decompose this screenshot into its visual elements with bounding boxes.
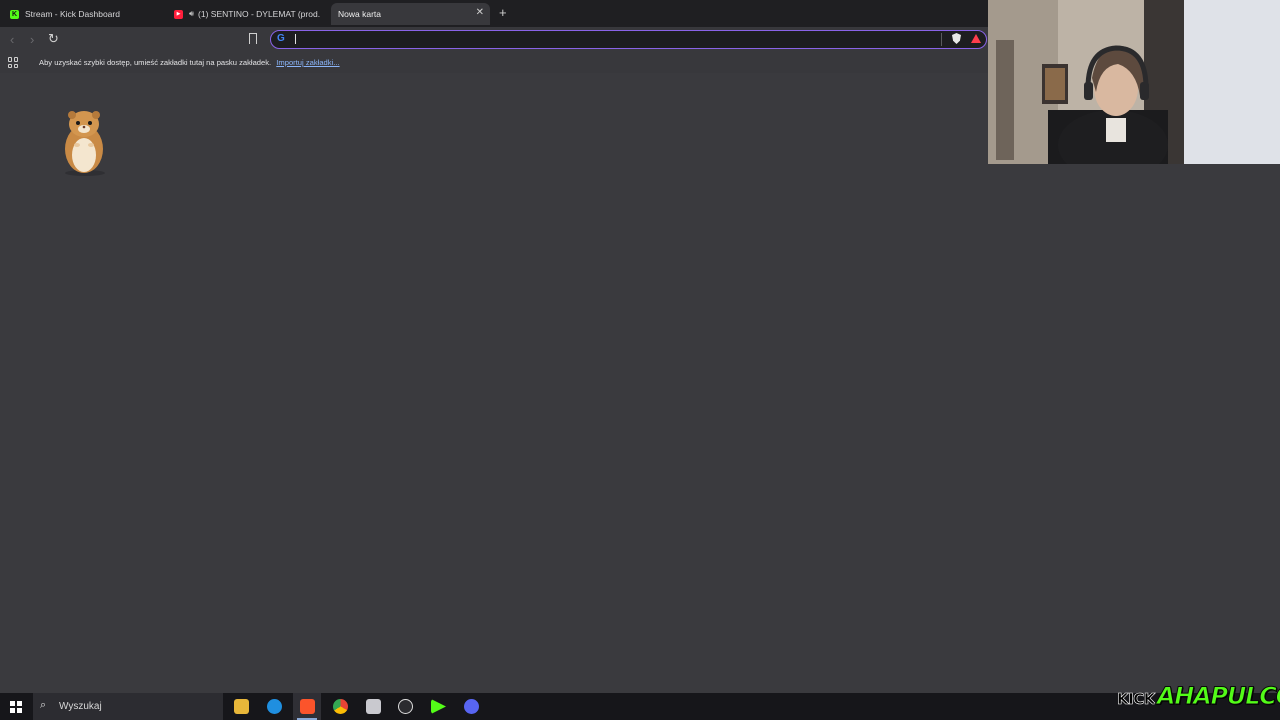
kick-watermark-right: AHAPULCO bbox=[1156, 682, 1280, 710]
kick-icon: K bbox=[10, 9, 19, 19]
webcam-overlay bbox=[988, 0, 1280, 164]
tab-youtube[interactable]: ▶ 🔊︎ (1) SENTINO - DYLEMAT (prod. M bbox=[174, 3, 320, 25]
tab-title: Nowa karta bbox=[338, 9, 381, 19]
app-icon[interactable] bbox=[366, 699, 381, 714]
windows-taskbar: ⌕ Wyszukaj bbox=[0, 693, 1280, 720]
close-tab-icon[interactable]: ✕ bbox=[476, 7, 484, 18]
discord-icon[interactable] bbox=[464, 699, 479, 714]
address-bar[interactable]: G bbox=[270, 30, 987, 49]
bookmarks-hint: Aby uzyskać szybki dostęp, umieść zakład… bbox=[39, 58, 340, 67]
google-icon: G bbox=[277, 33, 285, 44]
windows-start-icon[interactable] bbox=[10, 701, 22, 713]
bookmarks-bar: Aby uzyskać szybki dostęp, umieść zakład… bbox=[0, 53, 990, 73]
tab-title: Stream - Kick Dashboard bbox=[25, 9, 120, 19]
chrome-icon[interactable] bbox=[333, 699, 348, 714]
new-tab-button[interactable]: + bbox=[499, 5, 507, 20]
tab-kick-dashboard[interactable]: K Stream - Kick Dashboard bbox=[10, 3, 170, 25]
taskbar-search[interactable]: ⌕ Wyszukaj bbox=[33, 693, 223, 720]
hamster-image bbox=[65, 111, 105, 176]
screen: K Stream - Kick Dashboard ▶ 🔊︎ (1) SENTI… bbox=[0, 0, 1280, 720]
text-cursor bbox=[295, 34, 296, 44]
divider bbox=[941, 33, 942, 46]
back-button[interactable]: ‹ bbox=[10, 32, 14, 47]
kick-watermark-left: KICK bbox=[1117, 690, 1156, 709]
bookmark-icon[interactable] bbox=[249, 33, 257, 47]
forward-button[interactable]: › bbox=[30, 32, 34, 47]
obs-icon[interactable] bbox=[398, 699, 413, 714]
reload-button[interactable]: ↻ bbox=[48, 31, 59, 47]
search-placeholder: Wyszukaj bbox=[59, 701, 102, 712]
tab-title: (1) SENTINO - DYLEMAT (prod. M bbox=[198, 9, 320, 19]
brave-shield-icon[interactable] bbox=[952, 33, 961, 44]
bookmarks-hint-text: Aby uzyskać szybki dostęp, umieść zakład… bbox=[39, 58, 272, 67]
new-tab-page bbox=[0, 73, 1280, 693]
file-explorer-icon[interactable] bbox=[234, 699, 249, 714]
apps-grid-icon[interactable] bbox=[8, 57, 19, 68]
search-icon: ⌕ bbox=[40, 699, 47, 711]
kick-app-icon[interactable] bbox=[431, 699, 446, 714]
speaker-icon[interactable]: 🔊︎ bbox=[189, 9, 194, 19]
kick-watermark: KICK AHAPULCO bbox=[1117, 682, 1280, 710]
youtube-icon: ▶ bbox=[174, 9, 183, 19]
tab-new-tab[interactable]: Nowa karta ✕ bbox=[331, 3, 490, 25]
browser-toolbar: ‹ › ↻ G bbox=[0, 27, 990, 53]
brave-rewards-icon[interactable] bbox=[971, 34, 981, 43]
edge-icon[interactable] bbox=[267, 699, 282, 714]
import-bookmarks-link[interactable]: Importuj zakładki... bbox=[276, 58, 339, 67]
brave-icon[interactable] bbox=[300, 699, 315, 714]
